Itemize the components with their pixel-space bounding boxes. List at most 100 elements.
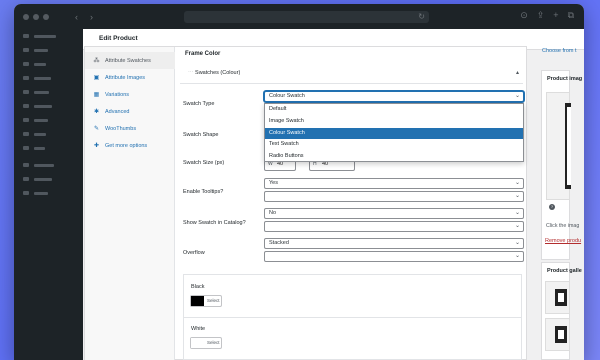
back-icon[interactable]: ‹	[75, 12, 78, 22]
show-catalog-secondary-select[interactable]: ⌄	[264, 221, 524, 232]
admin-menu-item[interactable]	[23, 132, 46, 136]
admin-menu-item[interactable]	[23, 34, 56, 38]
dropdown-option[interactable]: Radio Buttons	[265, 151, 523, 163]
tab-label: Get more options	[105, 142, 148, 149]
product-image-title: Product imag	[547, 76, 583, 82]
dropdown-option[interactable]: Default	[265, 104, 523, 116]
dropdown-option[interactable]: Text Swatch	[265, 139, 523, 151]
swatch-shape-label: Swatch Shape	[183, 132, 219, 138]
tooltips-label: Enable Tooltips?	[183, 189, 224, 195]
dropdown-option-selected[interactable]: Colour Swatch	[265, 127, 523, 140]
gallery-frame-mat	[558, 330, 564, 339]
drag-handle-icon: ⋯	[188, 70, 194, 76]
admin-menu-item[interactable]	[23, 76, 51, 80]
overflow-value: Stacked	[269, 240, 289, 246]
remove-image-link[interactable]: Remove produ	[545, 238, 581, 244]
address-bar[interactable]: ↻	[184, 11, 429, 23]
tabs-overview-icon[interactable]: ⧉	[568, 10, 574, 21]
admin-menu-item[interactable]	[23, 104, 52, 108]
swatch-type-label: Swatch Type	[183, 101, 215, 107]
chevron-down-icon: ⌄	[514, 193, 520, 199]
gallery-frame-mat	[558, 293, 564, 302]
product-gallery-title: Product galle	[547, 268, 582, 274]
plugin-icon: ✚	[93, 143, 100, 149]
gallery-thumbnail[interactable]	[545, 318, 570, 351]
chevron-down-icon: ⌄	[514, 223, 520, 229]
image-icon: ▣	[93, 75, 100, 81]
tab-get-more-options[interactable]: ✚ Get more options	[85, 137, 175, 154]
tab-label: Advanced	[105, 108, 130, 115]
show-catalog-value: No	[269, 210, 277, 216]
color-swatch-white	[191, 338, 204, 348]
chevron-down-icon: ⌄	[514, 253, 520, 259]
download-icon[interactable]: ⊙	[520, 10, 528, 21]
attribute-title: Frame Color	[185, 51, 221, 57]
tooltips-value: Yes	[269, 180, 278, 186]
tab-variations[interactable]: ▦ Variations	[85, 86, 175, 103]
tooltips-secondary-select[interactable]: ⌄	[264, 191, 524, 202]
browser-chrome: ‹ › ↻ ⊙ ⇪ + ⧉	[14, 4, 584, 29]
overflow-label: Overflow	[183, 250, 205, 256]
admin-menu-item[interactable]	[23, 48, 48, 52]
swatch-type-select[interactable]: Colour Swatch ⌄	[264, 91, 524, 102]
wrench-icon: ✎	[93, 126, 100, 132]
swatches-section-label: Swatches (Colour)	[195, 70, 241, 76]
nav-controls: ‹ ›	[75, 12, 93, 22]
tab-label: Variations	[105, 91, 130, 98]
window-controls	[23, 13, 49, 20]
overflow-select[interactable]: Stacked ⌄	[264, 238, 524, 249]
chevron-down-icon: ⌄	[514, 93, 520, 99]
tab-advanced[interactable]: ✱ Advanced	[85, 103, 175, 120]
share-icon[interactable]: ⇪	[537, 10, 545, 21]
show-catalog-select[interactable]: No ⌄	[264, 208, 524, 219]
admin-menu-item[interactable]	[23, 146, 45, 150]
frame-mat	[567, 107, 571, 185]
collapse-icon[interactable]: ▴	[516, 69, 519, 76]
color-swatch-black	[191, 296, 204, 306]
swatch-size-label: Swatch Size (px)	[183, 160, 225, 166]
chevron-down-icon: ⌄	[514, 210, 520, 216]
help-icon[interactable]: ?	[549, 204, 555, 210]
admin-menu-item[interactable]	[23, 62, 46, 66]
tab-woothumbs[interactable]: ✎ WooThumbs	[85, 120, 175, 137]
grid-icon: ▦	[93, 92, 100, 98]
product-image-thumbnail[interactable]	[546, 92, 571, 200]
product-data-tabs: ⁂ Attribute Swatches ▣ Attribute Images …	[85, 47, 175, 360]
maximize-window-dot[interactable]	[43, 13, 49, 20]
show-catalog-label: Show Swatch in Catalog?	[183, 220, 246, 226]
select-color-button[interactable]: Select	[207, 340, 220, 345]
minimize-window-dot[interactable]	[33, 13, 39, 20]
gallery-thumbnail[interactable]	[545, 281, 570, 314]
admin-menu-item[interactable]	[23, 90, 49, 94]
choose-link[interactable]: Choose from t	[542, 48, 577, 54]
admin-menu-item[interactable]	[23, 177, 52, 181]
tab-attribute-images[interactable]: ▣ Attribute Images	[85, 69, 175, 86]
admin-menu-item[interactable]	[23, 118, 48, 122]
swatch-type-dropdown: Default Image Swatch Colour Swatch Text …	[264, 103, 524, 162]
browser-tools: ⊙ ⇪ + ⧉	[520, 10, 574, 21]
tab-label: Attribute Images	[105, 74, 146, 81]
color-picker[interactable]: Select	[190, 295, 222, 307]
color-picker[interactable]: Select	[190, 337, 222, 349]
reload-icon[interactable]: ↻	[418, 12, 425, 21]
color-term-name: White	[191, 326, 206, 332]
divider	[184, 317, 521, 318]
select-color-button[interactable]: Select	[207, 298, 220, 303]
gear-icon: ✱	[93, 109, 100, 115]
swatch-type-value: Colour Swatch	[269, 93, 305, 99]
dropdown-option[interactable]: Image Swatch	[265, 116, 523, 128]
close-window-dot[interactable]	[23, 13, 29, 20]
overflow-secondary-select[interactable]: ⌄	[264, 251, 524, 262]
admin-menu-item[interactable]	[23, 163, 54, 167]
tab-label: WooThumbs	[105, 125, 137, 132]
color-term-name: Black	[191, 284, 205, 290]
tooltips-select[interactable]: Yes ⌄	[264, 178, 524, 189]
forward-icon[interactable]: ›	[90, 12, 93, 22]
admin-menu-item[interactable]	[23, 191, 48, 195]
swatches-section-header[interactable]: ⋯ Swatches (Colour) ▴	[180, 64, 523, 84]
new-tab-icon[interactable]: +	[553, 10, 558, 21]
tab-label: Attribute Swatches	[105, 57, 151, 64]
swatches-icon: ⁂	[93, 58, 100, 64]
tab-attribute-swatches[interactable]: ⁂ Attribute Swatches	[85, 52, 175, 69]
image-hint: Click the imag	[546, 223, 580, 229]
